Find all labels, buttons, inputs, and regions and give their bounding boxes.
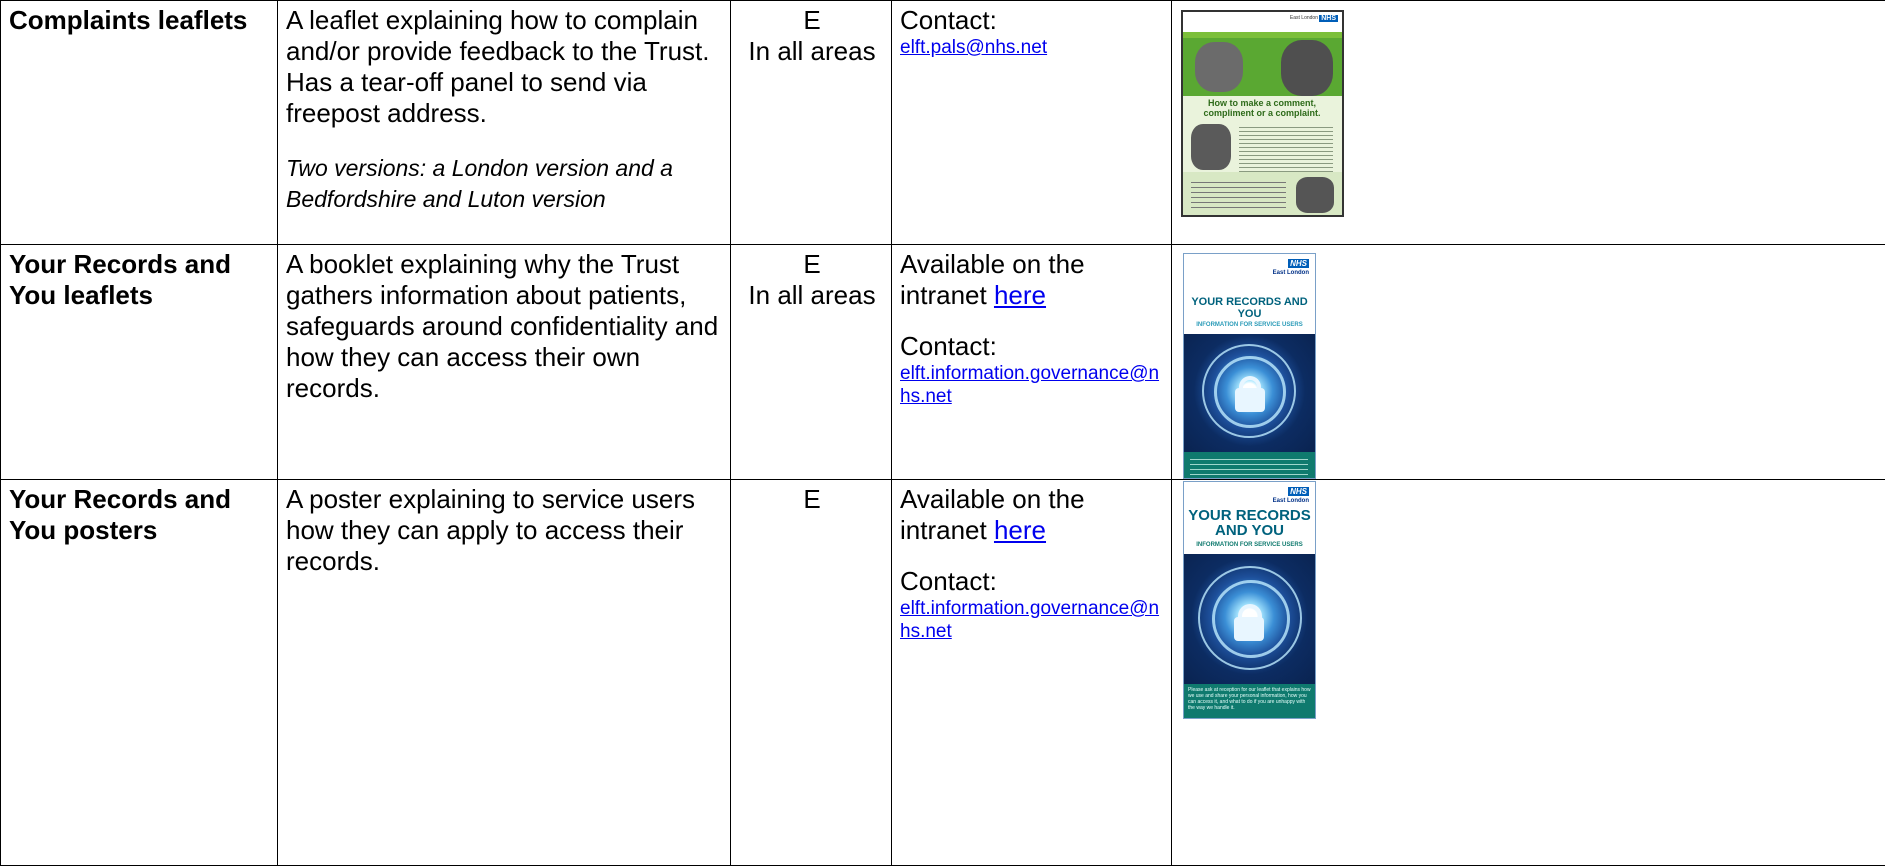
resource-description: A poster explaining to service users how… — [286, 484, 724, 577]
availability-text: Available on the intranet — [900, 484, 1085, 545]
category-code: E — [739, 5, 885, 36]
portrait-photo — [1296, 177, 1334, 213]
records-leaflet-thumbnail: NHS East London YOUR RECORDS AND YOU INF… — [1183, 253, 1316, 479]
padlock-icon — [1235, 388, 1265, 412]
padlock-icon — [1234, 617, 1264, 641]
portrait-photo — [1191, 124, 1231, 170]
availability-text: Available on the intranet — [900, 249, 1085, 310]
contact-label: Contact: — [900, 331, 1165, 362]
resource-description: A booklet explaining why the Trust gathe… — [286, 249, 724, 404]
category-area: In all areas — [739, 36, 885, 67]
table-row: Your Records and You posters A poster ex… — [1, 480, 1885, 866]
description-cell: A poster explaining to service users how… — [278, 480, 731, 866]
security-graphic — [1184, 334, 1315, 452]
resource-description: A leaflet explaining how to complain and… — [286, 5, 724, 129]
security-graphic — [1184, 554, 1315, 684]
org-name: East London — [1273, 498, 1309, 504]
contact-cell: Contact: elft.pals@nhs.net — [892, 1, 1172, 245]
nhs-logo: NHS — [1288, 259, 1309, 268]
contact-cell: Available on the intranet here Contact: … — [892, 480, 1172, 866]
resource-name: Your Records and You leaflets — [9, 249, 271, 311]
poster-title: YOUR RECORDS AND YOU — [1184, 508, 1315, 538]
contact-email-link[interactable]: elft.pals@nhs.net — [900, 36, 1165, 59]
intranet-link[interactable]: here — [994, 515, 1046, 545]
booklet-title: YOUR RECORDS AND YOU — [1184, 296, 1315, 320]
contact-label: Contact: — [900, 5, 1165, 36]
multilingual-text — [1191, 178, 1286, 210]
booklet-subtitle: INFORMATION FOR SERVICE USERS — [1184, 322, 1315, 328]
table-row: Your Records and You leaflets A booklet … — [1, 245, 1885, 480]
org-name: East London — [1290, 15, 1318, 21]
contact-email-link[interactable]: elft.information.governance@nhs.net — [900, 362, 1165, 408]
nhs-logo: NHS — [1319, 15, 1338, 22]
resource-name-cell: Complaints leaflets — [1, 1, 278, 245]
category-cell: E In all areas — [731, 245, 892, 480]
category-code: E — [739, 484, 885, 515]
contact-email-link[interactable]: elft.information.governance@nhs.net — [900, 597, 1165, 643]
description-cell: A booklet explaining why the Trust gathe… — [278, 245, 731, 480]
poster-footer-text: Please ask at reception for our leaflet … — [1188, 687, 1311, 711]
portrait-photo — [1195, 42, 1243, 92]
description-cell: A leaflet explaining how to complain and… — [278, 1, 731, 245]
contact-label: Contact: — [900, 566, 1165, 597]
resource-name-cell: Your Records and You leaflets — [1, 245, 278, 480]
leaflet-heading: How to make a comment, compliment or a c… — [1189, 98, 1335, 118]
resources-table: Complaints leaflets A leaflet explaining… — [0, 0, 1885, 866]
records-poster-thumbnail: NHS East London YOUR RECORDS AND YOU INF… — [1183, 481, 1316, 719]
resource-name: Your Records and You posters — [9, 484, 271, 546]
nhs-logo: NHS — [1288, 487, 1309, 496]
poster-subtitle: INFORMATION FOR SERVICE USERS — [1184, 542, 1315, 548]
category-area: In all areas — [739, 280, 885, 311]
org-name: East London — [1273, 270, 1309, 276]
versions-note: Two versions: a London version and a Bed… — [286, 153, 724, 215]
resource-name: Complaints leaflets — [9, 5, 271, 36]
contact-cell: Available on the intranet here Contact: … — [892, 245, 1172, 480]
intranet-link[interactable]: here — [994, 280, 1046, 310]
category-cell: E — [731, 480, 892, 866]
category-code: E — [739, 249, 885, 280]
complaints-leaflet-thumbnail: East London NHS How to make a comment, c… — [1181, 10, 1344, 217]
portrait-photo — [1281, 40, 1333, 96]
category-cell: E In all areas — [731, 1, 892, 245]
resource-name-cell: Your Records and You posters — [1, 480, 278, 866]
table-row: Complaints leaflets A leaflet explaining… — [1, 1, 1885, 245]
